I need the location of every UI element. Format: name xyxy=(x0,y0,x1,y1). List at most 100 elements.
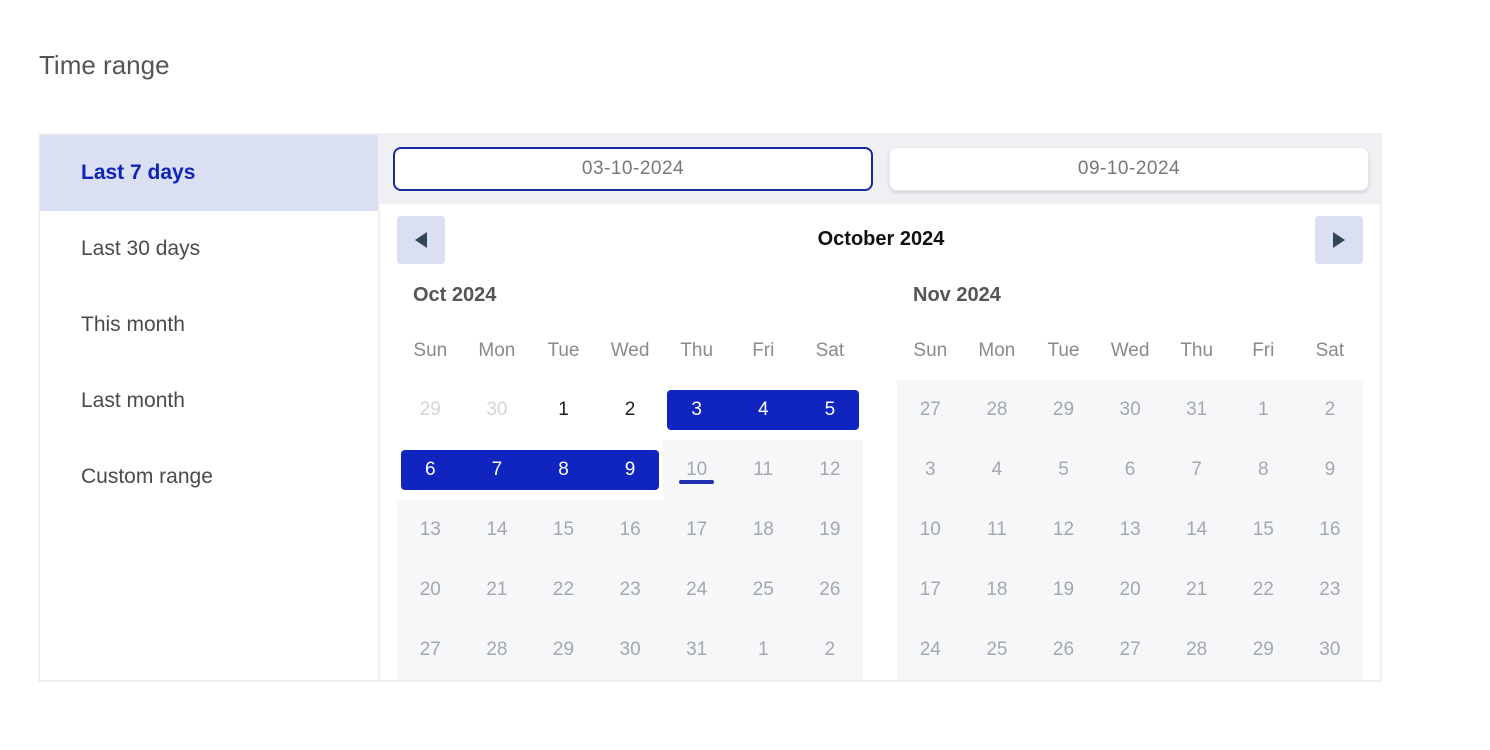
day-cell-today[interactable]: 10 xyxy=(663,440,730,500)
day-cell-selected[interactable]: 7 xyxy=(464,440,531,500)
weekday-label: Thu xyxy=(1180,340,1214,361)
day-cell[interactable]: 23 xyxy=(597,560,664,620)
day-cell[interactable]: 29 xyxy=(1230,620,1297,680)
day-number: 31 xyxy=(1186,399,1208,420)
day-cell[interactable]: 27 xyxy=(897,380,964,440)
day-cell[interactable]: 27 xyxy=(397,620,464,680)
day-cell[interactable]: 13 xyxy=(397,500,464,560)
day-cell[interactable]: 2 xyxy=(1297,380,1364,440)
day-cell[interactable]: 11 xyxy=(964,500,1031,560)
day-cell[interactable]: 12 xyxy=(1030,500,1097,560)
day-number: 27 xyxy=(419,639,441,660)
day-number: 25 xyxy=(986,639,1008,660)
day-cell-selected[interactable]: 9 xyxy=(597,440,664,500)
preset-this-month[interactable]: This month xyxy=(40,287,378,363)
day-cell-selected[interactable]: 8 xyxy=(530,440,597,500)
day-cell-selected[interactable]: 4 xyxy=(730,380,797,440)
day-cell[interactable]: 6 xyxy=(1097,440,1164,500)
day-cell[interactable]: 20 xyxy=(397,560,464,620)
weekday-label: Sun xyxy=(913,340,948,361)
day-cell[interactable]: 17 xyxy=(663,500,730,560)
day-cell[interactable]: 5 xyxy=(1030,440,1097,500)
day-cell[interactable]: 18 xyxy=(964,560,1031,620)
day-number: 7 xyxy=(491,459,503,480)
day-number: 23 xyxy=(619,579,641,600)
day-number: 17 xyxy=(686,519,708,540)
day-cell[interactable]: 16 xyxy=(597,500,664,560)
day-number: 17 xyxy=(919,579,941,600)
preset-custom-range[interactable]: Custom range xyxy=(40,439,378,515)
preset-last-month[interactable]: Last month xyxy=(40,363,378,439)
day-number: 2 xyxy=(824,639,836,660)
day-cell[interactable]: 31 xyxy=(663,620,730,680)
calendar-panel: 03-10-2024 09-10-2024 October 2024 Oct 2… xyxy=(380,135,1382,680)
day-cell[interactable]: 23 xyxy=(1297,560,1364,620)
day-cell[interactable]: 22 xyxy=(1230,560,1297,620)
day-cell[interactable]: 21 xyxy=(1163,560,1230,620)
day-cell[interactable]: 16 xyxy=(1297,500,1364,560)
day-cell[interactable]: 1 xyxy=(730,620,797,680)
day-cell[interactable]: 19 xyxy=(1030,560,1097,620)
day-cell[interactable]: 24 xyxy=(897,620,964,680)
day-cell[interactable]: 14 xyxy=(1163,500,1230,560)
day-number: 31 xyxy=(686,639,708,660)
day-cell[interactable]: 21 xyxy=(464,560,531,620)
day-cell[interactable]: 1 xyxy=(530,380,597,440)
day-cell[interactable]: 3 xyxy=(897,440,964,500)
day-cell[interactable]: 11 xyxy=(730,440,797,500)
day-number: 24 xyxy=(919,639,941,660)
day-cell[interactable]: 25 xyxy=(730,560,797,620)
day-cell[interactable]: 30 xyxy=(1297,620,1364,680)
day-cell[interactable]: 7 xyxy=(1163,440,1230,500)
day-cell[interactable]: 19 xyxy=(797,500,864,560)
day-cell[interactable]: 9 xyxy=(1297,440,1364,500)
preset-last-7-days[interactable]: Last 7 days xyxy=(40,135,378,211)
day-cell-selected[interactable]: 6 xyxy=(397,440,464,500)
day-cell[interactable]: 22 xyxy=(530,560,597,620)
day-cell[interactable]: 29 xyxy=(1030,380,1097,440)
day-cell-selected[interactable]: 3 xyxy=(663,380,730,440)
day-cell[interactable]: 30 xyxy=(597,620,664,680)
day-cell[interactable]: 24 xyxy=(663,560,730,620)
day-number: 15 xyxy=(552,519,575,540)
day-cell[interactable]: 2 xyxy=(597,380,664,440)
day-cell[interactable]: 20 xyxy=(1097,560,1164,620)
day-cell[interactable]: 30 xyxy=(464,380,531,440)
weekday-header: Sun Mon Tue Wed Thu Fri Sat xyxy=(397,340,863,362)
day-number: 24 xyxy=(686,579,708,600)
day-cell[interactable]: 29 xyxy=(530,620,597,680)
day-number: 8 xyxy=(1257,459,1269,480)
day-cell[interactable]: 15 xyxy=(1230,500,1297,560)
day-cell[interactable]: 15 xyxy=(530,500,597,560)
start-date-input[interactable]: 03-10-2024 xyxy=(393,147,873,191)
day-cell[interactable]: 26 xyxy=(797,560,864,620)
day-cell[interactable]: 13 xyxy=(1097,500,1164,560)
day-cell[interactable]: 28 xyxy=(964,380,1031,440)
day-cell[interactable]: 28 xyxy=(1163,620,1230,680)
day-number: 16 xyxy=(1319,519,1341,540)
day-cell[interactable]: 25 xyxy=(964,620,1031,680)
day-cell[interactable]: 26 xyxy=(1030,620,1097,680)
day-cell[interactable]: 29 xyxy=(397,380,464,440)
end-date-input[interactable]: 09-10-2024 xyxy=(889,147,1369,191)
day-number: 11 xyxy=(753,459,774,480)
day-cell[interactable]: 8 xyxy=(1230,440,1297,500)
day-cell[interactable]: 27 xyxy=(1097,620,1164,680)
day-cell[interactable]: 30 xyxy=(1097,380,1164,440)
weekday-label: Wed xyxy=(610,340,650,361)
day-number: 18 xyxy=(752,519,774,540)
next-month-button[interactable] xyxy=(1315,216,1363,264)
day-cell[interactable]: 28 xyxy=(464,620,531,680)
day-cell[interactable]: 18 xyxy=(730,500,797,560)
day-cell[interactable]: 14 xyxy=(464,500,531,560)
day-cell[interactable]: 2 xyxy=(797,620,864,680)
preset-last-30-days[interactable]: Last 30 days xyxy=(40,211,378,287)
day-cell[interactable]: 31 xyxy=(1163,380,1230,440)
day-cell[interactable]: 10 xyxy=(897,500,964,560)
day-cell[interactable]: 17 xyxy=(897,560,964,620)
day-number: 19 xyxy=(1052,579,1075,600)
day-cell-selected[interactable]: 5 xyxy=(797,380,864,440)
day-cell[interactable]: 1 xyxy=(1230,380,1297,440)
day-cell[interactable]: 12 xyxy=(797,440,864,500)
day-cell[interactable]: 4 xyxy=(964,440,1031,500)
